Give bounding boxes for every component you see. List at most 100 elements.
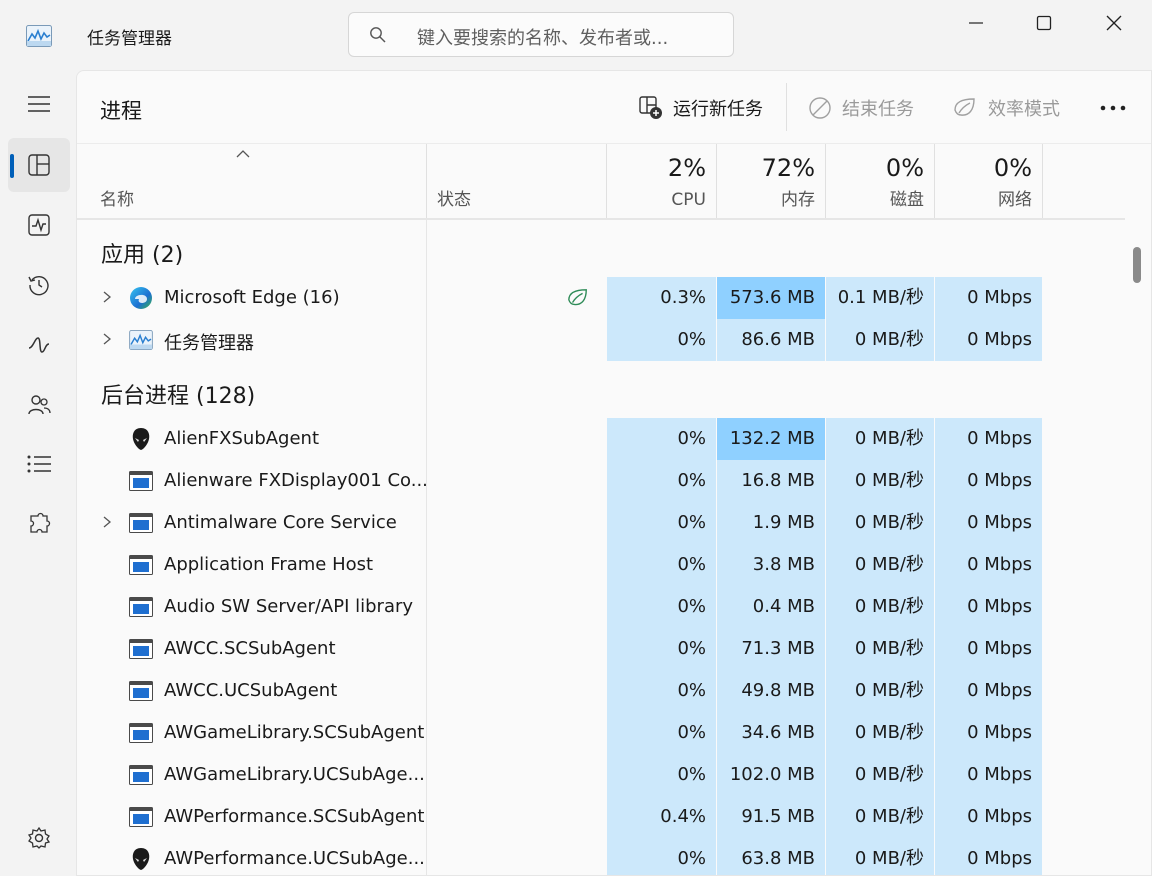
edge-icon — [129, 286, 153, 310]
network-cell: 0 Mbps — [935, 712, 1042, 754]
users-icon — [27, 394, 51, 416]
nav-item-settings[interactable] — [8, 811, 70, 865]
performance-icon — [28, 214, 50, 236]
header-bottom-line — [77, 218, 1125, 220]
search-input[interactable]: 键入要搜索的名称、发布者或... — [348, 12, 734, 57]
startup-icon — [27, 334, 51, 356]
network-cell: 0 Mbps — [935, 418, 1042, 460]
process-row[interactable]: AWPerformance.UCSubAge... 0% 63.8 MB 0 MB/秒… — [77, 838, 1125, 875]
memory-cell: 0.4 MB — [717, 586, 825, 628]
scrollbar-thumb[interactable] — [1133, 247, 1141, 283]
efficiency-mode-button[interactable]: 效率模式 — [952, 91, 1060, 125]
process-name: AWCC.UCSubAgent — [164, 680, 338, 701]
network-cell: 0 Mbps — [935, 838, 1042, 875]
process-row[interactable]: AWGameLibrary.SCSubAgent 0% 34.6 MB 0 MB/秒 0… — [77, 712, 1125, 754]
disk-cell: 0 MB/秒 — [826, 670, 934, 712]
memory-label: 内存 — [781, 190, 815, 210]
page-title: 进程 — [100, 99, 142, 123]
cpu-cell: 0% — [607, 712, 716, 754]
process-row[interactable]: AWPerformance.SCSubAgent 0.4% 91.5 MB 0 MB/… — [77, 796, 1125, 838]
nav-item-users[interactable] — [8, 378, 70, 432]
run-new-task-button[interactable]: 运行新任务 — [639, 91, 763, 125]
window-app-icon — [129, 637, 153, 661]
process-row[interactable]: AWCC.UCSubAgent 0% 49.8 MB 0 MB/秒 0 Mbps — [77, 670, 1125, 712]
process-name: Antimalware Core Service — [164, 512, 397, 533]
process-row[interactable]: AWGameLibrary.UCSubAge... 0% 102.0 MB 0 MB/… — [77, 754, 1125, 796]
window-app-icon — [129, 553, 153, 577]
memory-cell: 86.6 MB — [717, 319, 825, 361]
nav-item-performance[interactable] — [8, 198, 70, 252]
maximize-icon — [1036, 15, 1052, 31]
vertical-scrollbar[interactable] — [1125, 220, 1151, 875]
column-header-cpu[interactable]: 2% CPU — [607, 144, 716, 218]
minimize-button[interactable] — [946, 4, 1006, 42]
end-task-button[interactable]: 结束任务 — [808, 91, 914, 125]
cpu-cell: 0% — [607, 460, 716, 502]
history-icon — [27, 273, 51, 297]
settings-icon — [27, 826, 51, 850]
group-header-background: 后台进程 (128) — [101, 384, 256, 409]
memory-cell: 132.2 MB — [717, 418, 825, 460]
processes-icon — [28, 154, 50, 176]
process-name: AWGameLibrary.UCSubAge... — [164, 764, 425, 785]
expand-chevron-icon[interactable] — [101, 331, 113, 347]
cpu-cell: 0.3% — [607, 277, 716, 319]
memory-cell: 63.8 MB — [717, 838, 825, 875]
disk-cell: 0 MB/秒 — [826, 712, 934, 754]
disk-cell: 0 MB/秒 — [826, 319, 934, 361]
window-app-icon — [129, 511, 153, 535]
column-header-disk[interactable]: 0% 磁盘 — [826, 144, 934, 218]
cpu-cell: 0% — [607, 544, 716, 586]
more-options-button[interactable] — [1089, 91, 1137, 125]
process-name: Application Frame Host — [164, 554, 374, 575]
memory-cell: 573.6 MB — [717, 277, 825, 319]
disk-cell: 0 MB/秒 — [826, 544, 934, 586]
nav-item-startup[interactable] — [8, 318, 70, 372]
process-name: Microsoft Edge (16) — [164, 287, 340, 308]
process-row[interactable]: Antimalware Core Service 0% 1.9 MB 0 MB/秒 0 … — [77, 502, 1125, 544]
nav-item-details[interactable] — [8, 437, 70, 491]
close-button[interactable] — [1084, 4, 1144, 42]
process-row[interactable]: Application Frame Host 0% 3.8 MB 0 MB/秒 0 Mb… — [77, 544, 1125, 586]
cpu-label: CPU — [671, 190, 706, 210]
nav-item-services[interactable] — [8, 497, 70, 551]
process-name: AWPerformance.UCSubAge... — [164, 848, 425, 869]
network-cell: 0 Mbps — [935, 754, 1042, 796]
network-cell: 0 Mbps — [935, 544, 1042, 586]
minimize-icon — [968, 15, 984, 31]
disk-cell: 0 MB/秒 — [826, 586, 934, 628]
network-label: 网络 — [998, 190, 1032, 210]
process-row[interactable]: Alienware FXDisplay001 Co... 0% 16.8 MB 0 M… — [77, 460, 1125, 502]
nav-item-app-history[interactable] — [8, 258, 70, 312]
expand-chevron-icon[interactable] — [101, 514, 113, 530]
column-header-memory[interactable]: 72% 内存 — [717, 144, 825, 218]
column-header-name[interactable]: 名称 — [77, 144, 426, 218]
efficiency-leaf-icon — [565, 287, 591, 309]
process-name: Audio SW Server/API library — [164, 596, 414, 617]
run-new-task-icon — [639, 96, 663, 120]
processes-pane: 进程 运行新任务 结束任务 效率模式 名称 状态 2% CPU 72% 内存 0… — [76, 70, 1152, 876]
cpu-cell: 0% — [607, 670, 716, 712]
disk-cell: 0 MB/秒 — [826, 460, 934, 502]
process-row[interactable]: AWCC.SCSubAgent 0% 71.3 MB 0 MB/秒 0 Mbps — [77, 628, 1125, 670]
process-row[interactable]: 任务管理器 0% 86.6 MB 0 MB/秒 0 Mbps — [77, 319, 1125, 361]
cpu-cell: 0.4% — [607, 796, 716, 838]
column-header-network[interactable]: 0% 网络 — [935, 144, 1042, 218]
process-row[interactable]: Microsoft Edge (16) 0.3% 573.6 MB 0.1 MB/秒 0… — [77, 277, 1125, 319]
network-cell: 0 Mbps — [935, 502, 1042, 544]
maximize-button[interactable] — [1014, 4, 1074, 42]
process-row[interactable]: Audio SW Server/API library 0% 0.4 MB 0 MB/… — [77, 586, 1125, 628]
cpu-total-percent: 2% — [667, 154, 706, 182]
cpu-cell: 0% — [607, 319, 716, 361]
expand-chevron-icon[interactable] — [101, 289, 113, 305]
disk-cell: 0 MB/秒 — [826, 838, 934, 875]
memory-cell: 34.6 MB — [717, 712, 825, 754]
nav-menu-button[interactable] — [8, 77, 70, 131]
column-header-status[interactable]: 状态 — [427, 144, 606, 218]
window-app-icon — [129, 469, 153, 493]
process-row[interactable]: AlienFXSubAgent 0% 132.2 MB 0 MB/秒 0 Mbps — [77, 418, 1125, 460]
memory-cell: 49.8 MB — [717, 670, 825, 712]
efficiency-mode-label: 效率模式 — [988, 99, 1060, 120]
nav-item-processes[interactable] — [8, 138, 70, 192]
process-name: AWGameLibrary.SCSubAgent — [164, 722, 425, 743]
